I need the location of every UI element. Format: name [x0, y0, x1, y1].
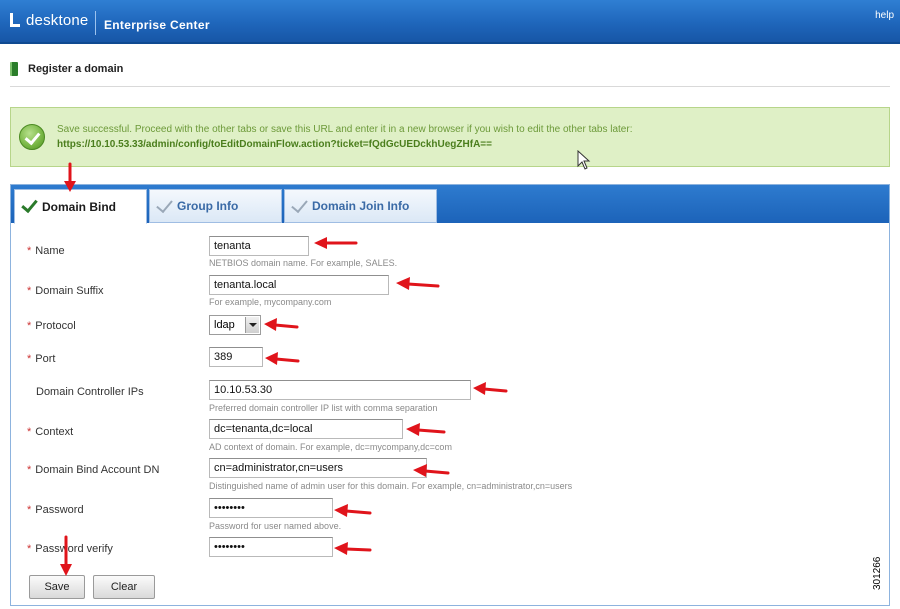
domain-bind-form: * Name tenanta NETBIOS domain name. For e… [11, 223, 889, 605]
dc-ips-hint: Preferred domain controller IP list with… [209, 403, 438, 413]
check-icon [21, 195, 38, 214]
tab-strip: Domain Bind Group Info Domain Join Info [11, 185, 889, 224]
app-title: Enterprise Center [104, 18, 210, 32]
title-divider [10, 86, 890, 87]
clear-button[interactable]: Clear [93, 575, 155, 599]
name-input[interactable]: tenanta [209, 236, 309, 256]
logo-text: desktone [26, 12, 89, 29]
door-icon [10, 62, 18, 76]
name-hint: NETBIOS domain name. For example, SALES. [209, 258, 398, 268]
desktone-logo-icon [8, 12, 22, 29]
bind-dn-hint: Distinguished name of admin user for thi… [209, 481, 573, 491]
port-label: * Port [27, 353, 56, 365]
tab-domain-bind[interactable]: Domain Bind [14, 189, 147, 224]
bind-dn-label: * Domain Bind Account DN [27, 464, 160, 476]
desktone-logo[interactable]: desktone [8, 12, 88, 29]
check-icon [291, 195, 308, 213]
password-verify-label: * Password verify [27, 543, 113, 555]
mouse-cursor-icon [577, 150, 591, 170]
success-message-text: Save successful. Proceed with the other … [57, 124, 633, 135]
dc-ips-label: Domain Controller IPs [36, 386, 144, 398]
page-title-row: Register a domain [10, 62, 123, 76]
port-input[interactable]: 389 [209, 347, 263, 367]
success-check-icon [19, 124, 45, 150]
password-label: * Password [27, 504, 84, 516]
protocol-select[interactable]: ldap [209, 315, 261, 335]
domain-suffix-label: * Domain Suffix [27, 285, 104, 297]
domain-form-panel: Domain Bind Group Info Domain Join Info … [10, 184, 890, 606]
domain-suffix-input[interactable]: tenanta.local [209, 275, 389, 295]
success-message-box: Save successful. Proceed with the other … [10, 107, 890, 167]
check-icon [156, 195, 173, 213]
context-label: * Context [27, 426, 74, 438]
dc-ips-input[interactable]: 10.10.53.30 [209, 380, 471, 400]
tab-group-info[interactable]: Group Info [149, 189, 282, 223]
protocol-label: * Protocol [27, 320, 76, 332]
top-header: desktone Enterprise Center help [0, 0, 900, 44]
name-label: * Name [27, 245, 65, 257]
help-link[interactable]: help [875, 10, 894, 21]
figure-number: 301266 [872, 556, 883, 590]
context-hint: AD context of domain. For example, dc=my… [209, 442, 452, 452]
chevron-down-icon[interactable] [245, 317, 259, 333]
edit-domain-url[interactable]: https://10.10.53.33/admin/config/toEditD… [57, 139, 492, 150]
bind-dn-input[interactable]: cn=administrator,cn=users [209, 458, 427, 478]
tab-domain-join-info[interactable]: Domain Join Info [284, 189, 437, 223]
page-title: Register a domain [28, 63, 124, 75]
context-input[interactable]: dc=tenanta,dc=local [209, 419, 403, 439]
save-button[interactable]: Save [29, 575, 85, 599]
domain-suffix-hint: For example, mycompany.com [209, 297, 332, 307]
tab-label: Group Info [177, 199, 239, 213]
header-divider [95, 11, 96, 35]
password-input[interactable]: •••••••• [209, 498, 333, 518]
password-hint: Password for user named above. [209, 521, 342, 531]
password-verify-input[interactable]: •••••••• [209, 537, 333, 557]
tab-label: Domain Bind [42, 199, 116, 214]
tab-label: Domain Join Info [312, 199, 410, 213]
